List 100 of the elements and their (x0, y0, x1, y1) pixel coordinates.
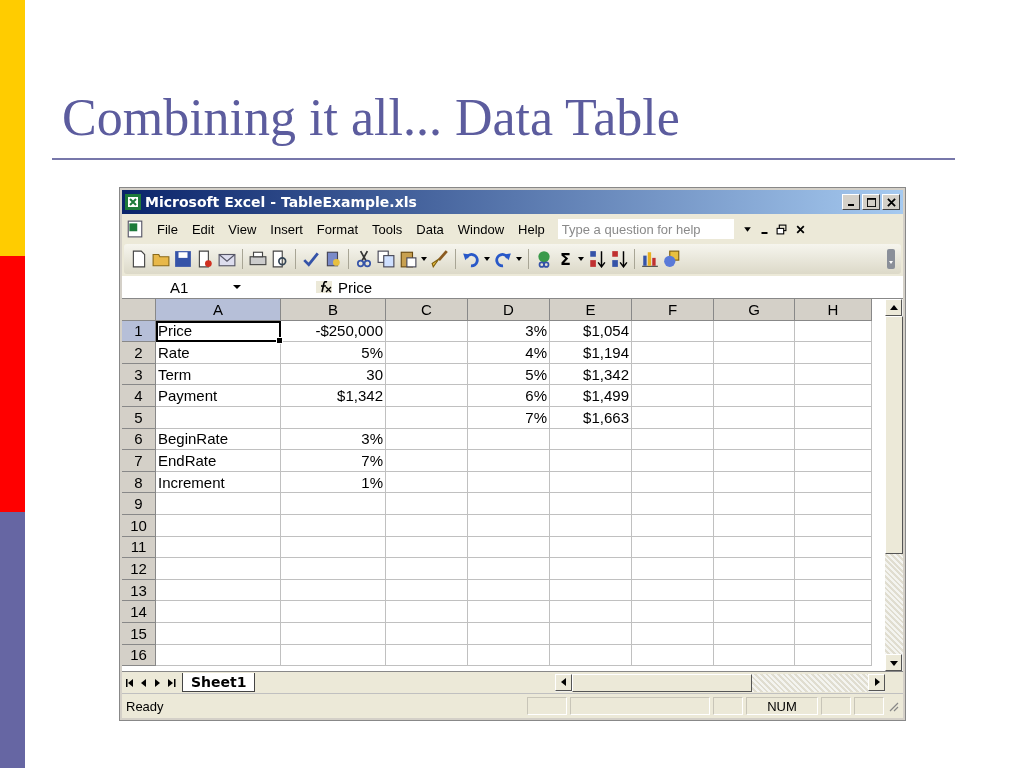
table-cell: Price (156, 320, 281, 343)
vertical-scrollbar[interactable] (885, 299, 903, 671)
table-cell: 30 (281, 363, 386, 386)
table-cell: 5% (468, 363, 550, 386)
resize-grip-icon[interactable] (887, 700, 899, 712)
autosum-button[interactable]: Σ (557, 249, 574, 269)
status-panel (527, 697, 567, 715)
close-icon (886, 197, 896, 207)
menu-item[interactable]: Tools (365, 219, 410, 239)
row-header[interactable]: 4 (122, 385, 156, 407)
down-arrow-icon[interactable] (889, 658, 898, 667)
close-button[interactable] (882, 194, 900, 210)
status-panel (821, 697, 851, 715)
drawing-shapes-icon[interactable] (662, 250, 681, 268)
row-header[interactable]: 7 (122, 450, 156, 472)
row-header[interactable]: 9 (122, 493, 156, 515)
menu-item[interactable]: Help (511, 219, 552, 239)
row-header[interactable]: 14 (122, 601, 156, 623)
column-header[interactable]: A (156, 299, 281, 321)
sheet-tab[interactable]: Sheet1 (182, 673, 256, 692)
menu-item[interactable]: Window (450, 219, 512, 239)
row-header[interactable]: 6 (122, 428, 156, 451)
scrollbar-thumb[interactable] (885, 316, 903, 554)
column-header[interactable]: D (468, 299, 550, 321)
spell-check-icon[interactable] (302, 250, 320, 268)
table-cell: 1% (281, 471, 386, 494)
dropdown-arrow-icon[interactable] (516, 256, 522, 262)
slide-title: Combining it all... Data Table (62, 88, 681, 148)
sort-ascending-icon[interactable] (587, 250, 606, 268)
column-header[interactable]: B (281, 299, 386, 321)
up-arrow-icon[interactable] (889, 303, 898, 312)
new-file-icon[interactable] (130, 250, 148, 268)
row-header[interactable]: 2 (122, 342, 156, 364)
table-cell: $1,342 (281, 385, 386, 407)
magnifier-page-icon[interactable] (271, 250, 289, 268)
table-cell: 4% (468, 342, 550, 364)
column-header[interactable]: E (550, 299, 632, 321)
row-header[interactable]: 5 (122, 406, 156, 429)
status-panel (713, 697, 743, 715)
undo-icon[interactable] (462, 250, 480, 268)
table-cell: -$250,000 (281, 320, 386, 343)
spreadsheet-app-icon (125, 194, 141, 210)
row-header[interactable]: 1 (122, 320, 156, 343)
sort-descending-icon[interactable] (609, 250, 628, 268)
dropdown-arrow-icon[interactable] (484, 256, 490, 262)
formula-field[interactable]: Price (338, 278, 373, 296)
status-indicator: NUM (746, 697, 818, 715)
table-cell: $1,194 (550, 342, 632, 364)
table-cell: 7% (468, 406, 550, 429)
globe-link-icon[interactable] (535, 250, 553, 268)
right-arrow-icon[interactable] (872, 678, 881, 686)
clipboard-icon[interactable] (399, 250, 417, 268)
help-search-field[interactable]: Type a question for help (557, 219, 734, 239)
toolbar-options-icon[interactable] (887, 249, 895, 269)
row-header[interactable]: 3 (122, 363, 156, 386)
row-header[interactable]: 16 (122, 644, 156, 667)
bar-chart-icon[interactable] (640, 250, 659, 268)
function-icon[interactable] (316, 281, 332, 293)
name-box[interactable]: A1 (122, 278, 254, 296)
redo-icon[interactable] (494, 250, 512, 268)
menu-item[interactable]: File (150, 219, 185, 239)
paintbrush-icon[interactable] (431, 250, 449, 268)
menu-item[interactable]: Edit (184, 219, 222, 239)
column-header[interactable]: G (714, 299, 795, 321)
column-header[interactable]: H (795, 299, 872, 321)
table-cell: $1,499 (550, 385, 632, 407)
left-arrow-icon[interactable] (560, 678, 568, 686)
close-icon[interactable] (794, 223, 806, 235)
status-text: Ready (126, 698, 164, 714)
dropdown-arrow-icon[interactable] (577, 256, 584, 262)
table-cell: Term (156, 363, 281, 386)
fill-handle[interactable] (276, 337, 283, 345)
horizontal-scrollbar[interactable] (555, 673, 885, 692)
table-cell: Payment (156, 385, 281, 407)
table-cell: BeginRate (156, 428, 281, 451)
menu-item[interactable]: Format (309, 219, 365, 239)
dropdown-arrow-icon[interactable] (421, 256, 427, 262)
row-header[interactable]: 13 (122, 579, 156, 602)
restore-icon[interactable] (775, 223, 787, 235)
printer-icon[interactable] (249, 250, 267, 268)
scissors-icon[interactable] (355, 250, 373, 268)
scrollbar-thumb[interactable] (572, 673, 753, 692)
table-cell: Increment (156, 471, 281, 494)
row-header[interactable]: 8 (122, 471, 156, 494)
minimize-button[interactable] (842, 194, 860, 210)
column-header[interactable]: F (632, 299, 714, 321)
menu-item[interactable]: Insert (263, 219, 310, 239)
table-cell: $1,054 (550, 320, 632, 343)
row-header[interactable]: 11 (122, 536, 156, 559)
table-cell: $1,342 (550, 363, 632, 386)
maximize-button[interactable] (862, 194, 880, 210)
menu-item[interactable]: Data (409, 219, 451, 239)
copy-icon[interactable] (377, 250, 395, 268)
menu-item[interactable]: View (221, 219, 264, 239)
row-header[interactable]: 12 (122, 558, 156, 580)
column-header[interactable]: C (386, 299, 468, 321)
window-title: Microsoft Excel - TableExample.xls (145, 194, 417, 210)
row-header[interactable]: 15 (122, 622, 156, 645)
row-header[interactable]: 10 (122, 514, 156, 537)
minimize-icon[interactable] (760, 232, 768, 234)
